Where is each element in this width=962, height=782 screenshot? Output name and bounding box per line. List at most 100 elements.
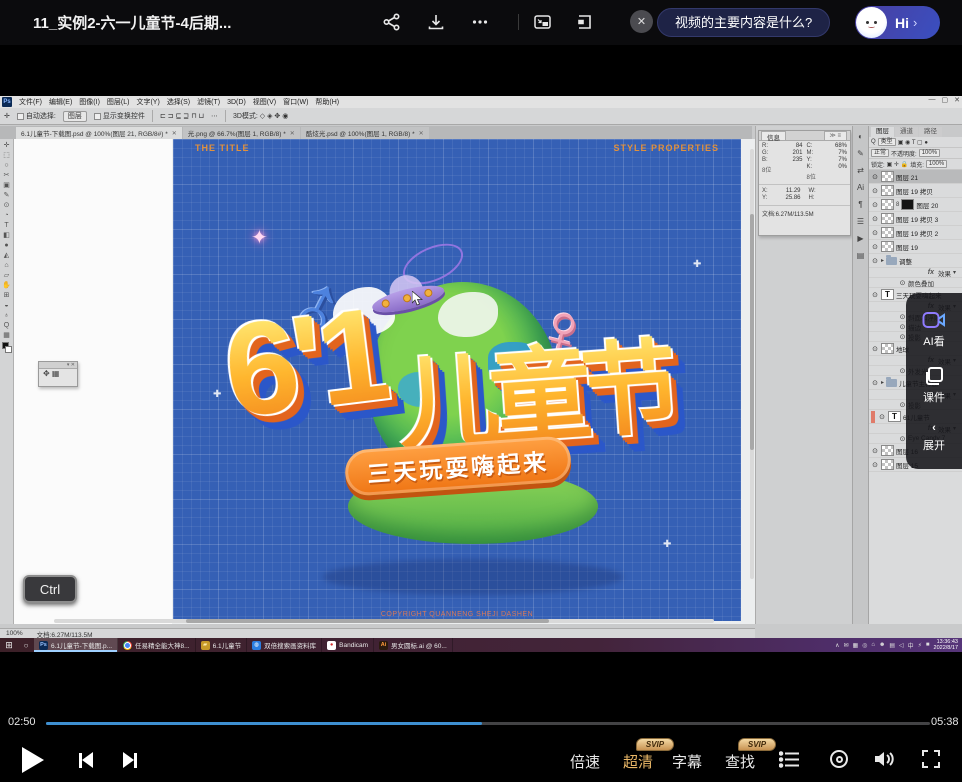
ps-tool-icon[interactable]: ⊙ (4, 202, 10, 209)
ai-watch-button[interactable]: AI看 (922, 310, 946, 349)
ps-menu[interactable]: 选择(S) (167, 99, 190, 106)
tray-icon[interactable]: ⚡ (918, 642, 922, 649)
collapsed-panel-icon[interactable]: ¶ (858, 200, 862, 209)
ps-tool-icon[interactable]: ◔ (4, 212, 8, 219)
ps-tool-icon[interactable]: ⬚ (3, 152, 10, 159)
layer-row[interactable]: ⊙图层 19 (869, 240, 962, 254)
tray-icon[interactable]: ✉ (843, 642, 848, 649)
ps-tool-icon[interactable]: ▦ (3, 332, 10, 339)
close-ai-pill-icon[interactable]: ✕ (630, 10, 653, 33)
taskbar-item[interactable]: ▰6.1儿童节 (196, 638, 248, 652)
tray-icon[interactable]: ■ (926, 642, 930, 648)
blend-mode-dropdown[interactable]: 正常 (871, 149, 889, 157)
record-icon[interactable] (830, 750, 848, 768)
visibility-eye-icon[interactable]: ⊙ (871, 215, 879, 223)
zoom-level[interactable]: 100% (6, 630, 23, 637)
find-button[interactable]: 查找 (725, 751, 755, 772)
taskbar-item[interactable]: 任易精全能大神8... (118, 638, 196, 652)
layer-row[interactable]: ⊙图层 19 拷贝 3 (869, 212, 962, 226)
ps-tool-icon[interactable]: T (4, 222, 8, 229)
tray-icon[interactable]: ∧ (835, 642, 839, 649)
layer-row[interactable]: ⊙图层 19 拷贝 2 (869, 226, 962, 240)
ps-tool-icon[interactable]: ✋ (2, 282, 11, 289)
miniplayer-icon[interactable] (572, 10, 596, 34)
taskbar-item[interactable]: Ai男女圆标.ai @ 60... (374, 638, 453, 652)
layers-tab[interactable]: 路径 (919, 127, 942, 137)
visibility-eye-icon[interactable]: ⊙ (871, 461, 879, 469)
start-button[interactable]: ⊞ (0, 640, 18, 651)
ps-tool-icon[interactable]: ✂ (4, 172, 10, 179)
volume-icon[interactable] (874, 749, 896, 774)
collapsed-panel-icon[interactable]: ☰ (857, 217, 864, 226)
ps-tool-icon[interactable]: ▱ (4, 272, 9, 279)
taskbar-clock[interactable]: 13:36:43 2022/8/17 (934, 639, 962, 651)
ps-tool-icon[interactable]: ▣ (3, 182, 10, 189)
subtitles-button[interactable]: 字幕 (672, 751, 702, 772)
ps-menu[interactable]: 视图(V) (253, 99, 276, 106)
fill-value[interactable]: 100% (926, 160, 947, 168)
next-button[interactable] (123, 752, 137, 768)
ps-tool-icon[interactable]: ⌂ (4, 262, 8, 269)
visibility-eye-icon[interactable]: ⊙ (871, 345, 879, 353)
speed-button[interactable]: 倍速 (570, 751, 600, 772)
show-transform-checkbox[interactable] (94, 113, 101, 120)
expand-button[interactable]: ‹ 展开 (923, 422, 945, 453)
ps-tool-icon[interactable]: ○ (4, 162, 8, 169)
ps-tool-icon[interactable]: ♁ (4, 312, 9, 319)
visibility-eye-icon[interactable]: ⊙ (871, 243, 879, 251)
ps-menu[interactable]: 图层(L) (107, 99, 130, 106)
play-button[interactable] (22, 747, 44, 773)
tray-icon[interactable]: 中 (908, 641, 914, 650)
collapsed-panel-icon[interactable]: ⇄ (857, 166, 864, 175)
ps-menu[interactable]: 帮助(H) (315, 99, 339, 106)
ps-tool-icon[interactable]: ◒ (4, 302, 8, 309)
tray-icon[interactable]: ◎ (862, 642, 867, 649)
collapsed-panel-icon[interactable]: ▤ (857, 251, 865, 260)
auto-select-checkbox[interactable] (17, 113, 24, 120)
collapsed-panel-icon[interactable]: ▶ (857, 234, 863, 243)
visibility-eye-icon[interactable]: ⊙ (871, 447, 879, 455)
ps-tool-icon[interactable]: ● (4, 242, 8, 249)
align-icons[interactable]: ⊏ ⊐ ⊑ ⊒ ⊓ ⊔ (160, 112, 204, 120)
visibility-eye-icon[interactable]: ⊙ (871, 173, 879, 181)
ps-tool-icon[interactable]: ◭ (4, 252, 9, 259)
more-options-icon[interactable]: ⋯ (211, 112, 218, 120)
floating-mini-panel[interactable]: ▾ ✕✥ ▦ (38, 361, 78, 387)
layer-row[interactable]: ⊙图层 21 (869, 170, 962, 184)
tray-icon[interactable]: ▤ (889, 642, 895, 649)
visibility-eye-icon[interactable]: ⊙ (871, 229, 879, 237)
layers-tab[interactable]: 通道 (895, 127, 918, 137)
ps-menu[interactable]: 窗口(W) (283, 99, 308, 106)
ai-assistant-button[interactable]: Hi › (855, 6, 940, 39)
document-tab[interactable]: 6.1儿童节-下载图.psd @ 100%(图层 21, RGB/8#) *✕ (16, 127, 182, 139)
vertical-scrollbar[interactable] (750, 149, 754, 579)
ps-tool-icon[interactable]: ◧ (3, 232, 10, 239)
pip-icon[interactable] (530, 10, 554, 34)
ps-tool-icon[interactable]: ⊞ (4, 292, 10, 299)
layers-tab[interactable]: 图层 (871, 127, 894, 137)
share-icon[interactable] (380, 10, 404, 34)
layer-row[interactable]: fx效果▾ (869, 268, 962, 278)
layer-row[interactable]: ⊙颜色叠加 (869, 278, 962, 288)
taskbar-item[interactable]: Ps6.1儿童节-下载图.p... (34, 638, 118, 652)
collapsed-panel-icon[interactable]: ✎ (857, 149, 864, 158)
layer-row[interactable]: ⊙图层 19 拷贝 (869, 184, 962, 198)
visibility-eye-icon[interactable]: ⊙ (871, 291, 879, 299)
filter-kind-dropdown[interactable]: 类型 (878, 138, 896, 146)
previous-button[interactable] (79, 752, 93, 768)
taskbar-item[interactable]: ◍双倍搜索画资料库 (247, 638, 322, 652)
ps-menu[interactable]: 滤镜(T) (197, 99, 220, 106)
taskbar-item[interactable]: ●Bandicam (322, 638, 374, 652)
download-icon[interactable] (424, 10, 448, 34)
courseware-button[interactable]: 课件 (923, 366, 945, 405)
ai-question-pill[interactable]: 视频的主要内容是什么? (657, 8, 830, 37)
horizontal-scrollbar[interactable] (54, 619, 714, 623)
fullscreen-icon[interactable] (922, 750, 940, 768)
document-tab[interactable]: 酷炫光.psd @ 100%(图层 1, RGB/8) *✕ (301, 127, 429, 139)
tray-icon[interactable]: ◁ (899, 642, 904, 649)
lock-icons[interactable]: ▣ ✛ 🔒 (887, 161, 909, 168)
ps-menu[interactable]: 3D(D) (227, 99, 246, 106)
ps-tool-icon[interactable]: Q (4, 322, 9, 329)
visibility-eye-icon[interactable]: ⊙ (878, 413, 886, 421)
layer-row[interactable]: ⊙8图层 20 (869, 198, 962, 212)
